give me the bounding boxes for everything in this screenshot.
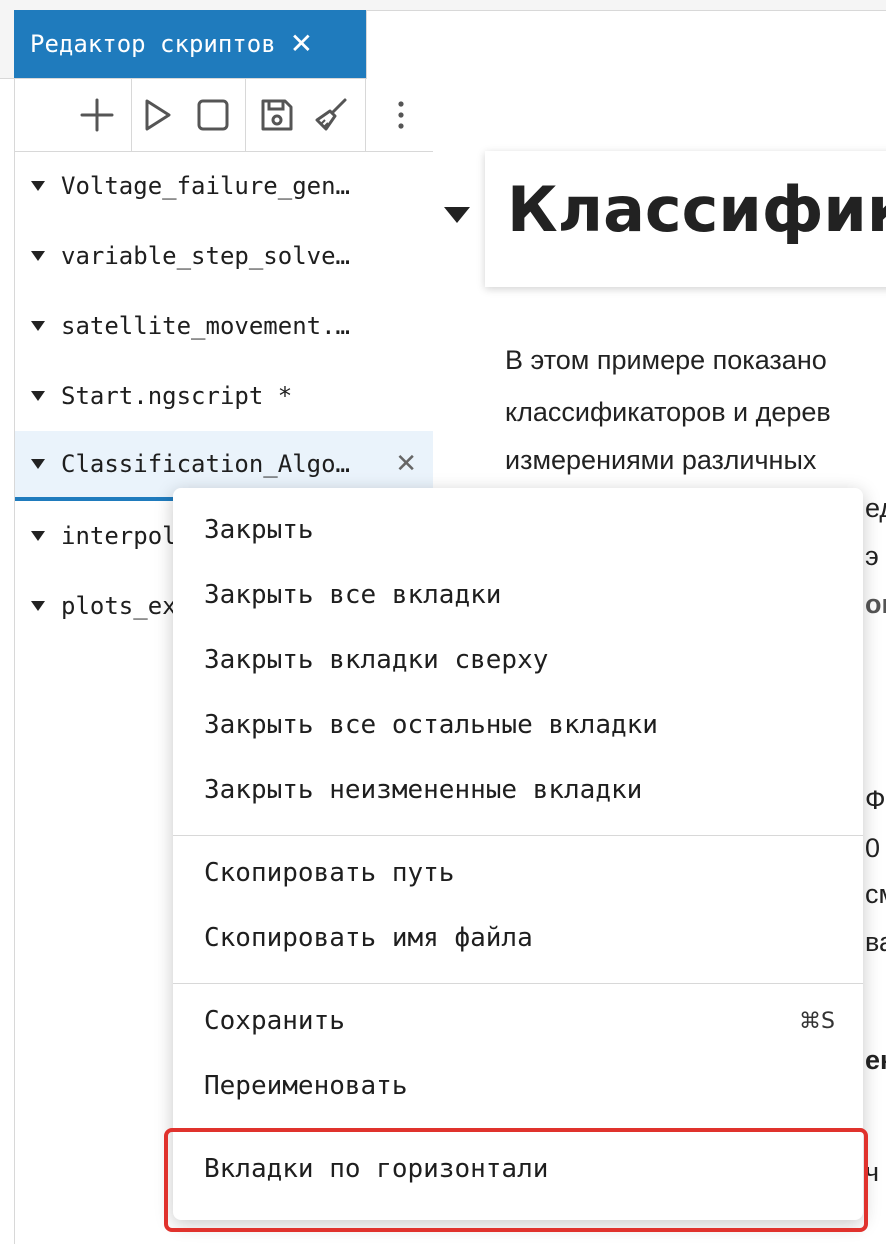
paragraph-line: измерениями различных: [505, 445, 817, 475]
text-fragment: ч: [865, 1157, 880, 1187]
caret-down-icon[interactable]: [15, 320, 61, 332]
paragraph-line: классификаторов и дерев: [505, 397, 831, 427]
save-icon[interactable]: [255, 93, 299, 137]
file-label: variable_step_solve…: [61, 242, 350, 270]
menu-item-close-others[interactable]: Закрыть все остальные вкладки: [173, 695, 863, 755]
menu-divider: [173, 983, 863, 984]
menu-item-label: Сохранить: [204, 1006, 345, 1036]
text-fragment: он: [865, 589, 886, 619]
menu-item-close-all[interactable]: Закрыть все вкладки: [173, 565, 863, 625]
script-editor-window: Редактор скриптов ✕ Voltage_failure_gen……: [0, 0, 886, 1244]
text-fragment: ек: [865, 1045, 886, 1075]
menu-item-close-above[interactable]: Закрыть вкладки сверху: [173, 630, 863, 690]
paragraph-line: В этом примере показано: [505, 345, 827, 375]
file-label: Classification_Algo…: [61, 450, 350, 478]
file-label: plots_ex: [61, 592, 177, 620]
menu-item-label: Закрыть все вкладки: [204, 580, 502, 610]
menu-item-label: Переименовать: [204, 1071, 408, 1101]
play-icon[interactable]: [135, 93, 179, 137]
close-icon[interactable]: ✕: [290, 30, 313, 58]
caret-down-icon[interactable]: [443, 205, 471, 229]
text-fragment: см: [865, 879, 886, 909]
text-fragment: 0: [865, 833, 881, 863]
file-item[interactable]: Voltage_failure_gen…: [15, 151, 433, 221]
menu-item-tabs-horizontal[interactable]: Вкладки по горизонтали: [173, 1139, 863, 1199]
close-icon[interactable]: ✕: [395, 449, 417, 479]
menu-item-label: Вкладки по горизонтали: [204, 1154, 549, 1184]
menu-item-copy-path[interactable]: Скопировать путь: [173, 843, 863, 903]
text-fragment: Фі: [865, 785, 886, 815]
file-label: satellite_movement.…: [61, 312, 350, 340]
file-label: Start.ngscript *: [61, 382, 293, 410]
brush-icon[interactable]: [309, 93, 353, 137]
tab-bar: Редактор скриптов ✕: [0, 0, 886, 79]
caret-down-icon[interactable]: [15, 390, 61, 402]
file-item[interactable]: variable_step_solve…: [15, 221, 433, 291]
caret-down-icon[interactable]: [15, 600, 61, 612]
menu-item-label: Закрыть: [204, 515, 314, 545]
file-label: Voltage_failure_gen…: [61, 172, 350, 200]
tab-label: Редактор скриптов: [30, 30, 276, 58]
menu-item-close-unmodified[interactable]: Закрыть неизмененные вкладки: [173, 760, 863, 820]
menu-item-label: Скопировать имя файла: [204, 923, 533, 953]
plus-icon[interactable]: [75, 93, 119, 137]
file-item[interactable]: satellite_movement.…: [15, 291, 433, 361]
menu-item-label: Скопировать путь: [204, 858, 455, 888]
caret-down-icon[interactable]: [15, 458, 61, 470]
menu-divider: [173, 1128, 863, 1129]
sidebar-toolbar: [15, 79, 433, 152]
keyboard-shortcut: ⌘S: [799, 1008, 835, 1034]
tab-bar-empty-area: [366, 10, 886, 79]
menu-item-rename[interactable]: Переименовать: [173, 1056, 863, 1116]
menu-item-close[interactable]: Закрыть: [173, 500, 863, 560]
toolbar-divider: [245, 79, 246, 151]
tab-script-editor[interactable]: Редактор скриптов ✕: [14, 10, 366, 78]
toolbar-divider: [131, 79, 132, 151]
text-fragment: ва: [865, 927, 886, 957]
menu-item-label: Закрыть вкладки сверху: [204, 645, 549, 675]
toolbar-divider: [365, 79, 366, 151]
caret-down-icon[interactable]: [15, 180, 61, 192]
page-title: Классифика: [507, 173, 886, 246]
heading-section: Классифика: [485, 151, 886, 287]
stop-icon[interactable]: [191, 93, 235, 137]
menu-item-label: Закрыть все остальные вкладки: [204, 710, 658, 740]
text-fragment: ед: [865, 493, 886, 523]
caret-down-icon[interactable]: [15, 250, 61, 262]
menu-item-save[interactable]: Сохранить ⌘S: [173, 991, 863, 1051]
more-vertical-icon[interactable]: [379, 93, 423, 137]
file-label: interpol: [61, 522, 177, 550]
menu-item-label: Закрыть неизмененные вкладки: [204, 775, 643, 805]
context-menu: Закрыть Закрыть все вкладки Закрыть вкла…: [173, 488, 863, 1220]
file-item[interactable]: Start.ngscript *: [15, 361, 433, 431]
menu-divider: [173, 835, 863, 836]
text-fragment: э: [865, 541, 879, 571]
menu-item-copy-filename[interactable]: Скопировать имя файла: [173, 908, 863, 968]
caret-down-icon[interactable]: [15, 530, 61, 542]
